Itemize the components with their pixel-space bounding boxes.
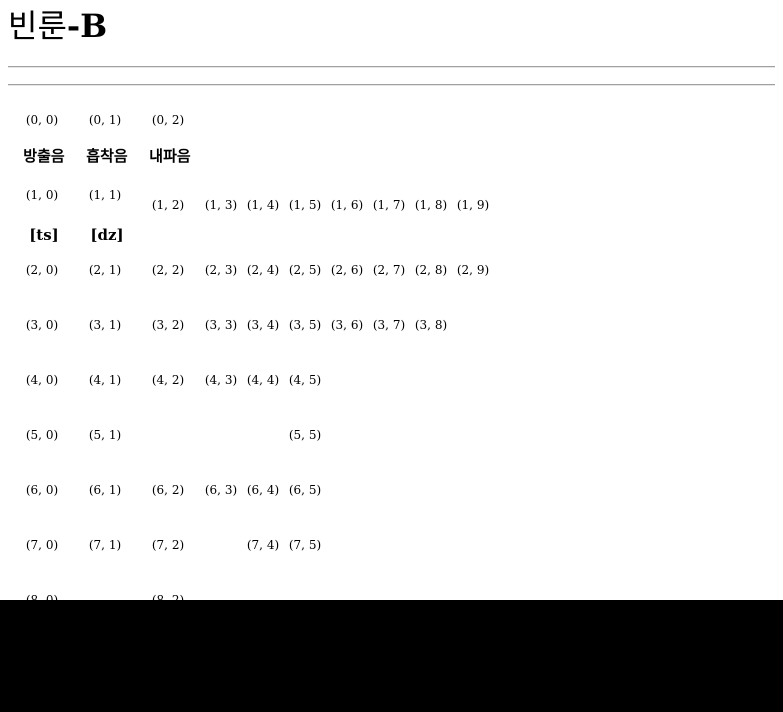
cell-coordinate: (3, 1) [88, 318, 122, 332]
cell-coordinate: (4, 5) [288, 373, 322, 387]
cell-grid: (0, 0) (0, 1) (0, 2) 방출음 흡착음 내파음 (1, 0) (1, 1) (… [0, 0, 783, 600]
cell-coordinate: (1, 7) [372, 198, 406, 212]
cell-coordinate: (3, 2) [151, 318, 185, 332]
cell-label-ipa: [ts] [29, 226, 59, 244]
cell-coordinate: (8, 2) [151, 593, 185, 600]
cell-coordinate: (6, 5) [288, 483, 322, 497]
cell-coordinate: (6, 2) [151, 483, 185, 497]
cell-coordinate: (7, 5) [288, 538, 322, 552]
cell-coordinate: (7, 2) [151, 538, 185, 552]
cell-coordinate: (2, 8) [414, 263, 448, 277]
cell-coordinate: (2, 4) [246, 263, 280, 277]
cell-coordinate: (2, 5) [288, 263, 322, 277]
cell-coordinate: (7, 4) [246, 538, 280, 552]
cell-coordinate: (5, 0) [25, 428, 59, 442]
cell-label-ipa: [dz] [90, 226, 124, 244]
cell-coordinate: (7, 1) [88, 538, 122, 552]
cell-coordinate: (3, 0) [25, 318, 59, 332]
cell-coordinate: (0, 1) [88, 113, 122, 127]
cell-coordinate: (4, 3) [204, 373, 238, 387]
cell-coordinate: (2, 2) [151, 263, 185, 277]
cell-coordinate: (3, 5) [288, 318, 322, 332]
cell-coordinate: (3, 7) [372, 318, 406, 332]
cell-coordinate: (2, 7) [372, 263, 406, 277]
cell-label-korean: 내파음 [149, 147, 191, 165]
cell-coordinate: (0, 2) [151, 113, 185, 127]
cell-coordinate: (1, 0) [25, 188, 59, 202]
cell-coordinate: (6, 0) [25, 483, 59, 497]
cell-coordinate: (8, 0) [25, 593, 59, 600]
cell-coordinate: (3, 6) [330, 318, 364, 332]
cell-coordinate: (3, 4) [246, 318, 280, 332]
cell-coordinate: (2, 1) [88, 263, 122, 277]
cell-label-korean: 방출음 [23, 147, 65, 165]
cell-coordinate: (6, 4) [246, 483, 280, 497]
cell-coordinate: (1, 9) [456, 198, 490, 212]
cell-coordinate: (4, 1) [88, 373, 122, 387]
cell-label-korean: 흡착음 [86, 147, 128, 165]
cell-coordinate: (4, 0) [25, 373, 59, 387]
cell-coordinate: (0, 0) [25, 113, 59, 127]
cell-coordinate: (2, 6) [330, 263, 364, 277]
cell-coordinate: (4, 2) [151, 373, 185, 387]
cell-coordinate: (5, 5) [288, 428, 322, 442]
cell-coordinate: (2, 9) [456, 263, 490, 277]
page: 빈룬-B (0, 0) (0, 1) (0, 2) 방출음 흡착음 내파음 (1, 0) (1… [0, 0, 783, 600]
cell-coordinate: (1, 1) [88, 188, 122, 202]
cell-coordinate: (6, 3) [204, 483, 238, 497]
cell-coordinate: (1, 2) [151, 198, 185, 212]
cell-coordinate: (1, 6) [330, 198, 364, 212]
cell-coordinate: (3, 8) [414, 318, 448, 332]
cell-coordinate: (5, 1) [88, 428, 122, 442]
cell-coordinate: (1, 8) [414, 198, 448, 212]
cell-coordinate: (2, 0) [25, 263, 59, 277]
cell-coordinate: (3, 3) [204, 318, 238, 332]
cell-coordinate: (2, 3) [204, 263, 238, 277]
cell-coordinate: (7, 0) [25, 538, 59, 552]
cell-coordinate: (6, 1) [88, 483, 122, 497]
cell-coordinate: (1, 3) [204, 198, 238, 212]
cell-coordinate: (1, 5) [288, 198, 322, 212]
blacked-out-region [0, 600, 783, 712]
cell-coordinate: (1, 4) [246, 198, 280, 212]
cell-coordinate: (4, 4) [246, 373, 280, 387]
